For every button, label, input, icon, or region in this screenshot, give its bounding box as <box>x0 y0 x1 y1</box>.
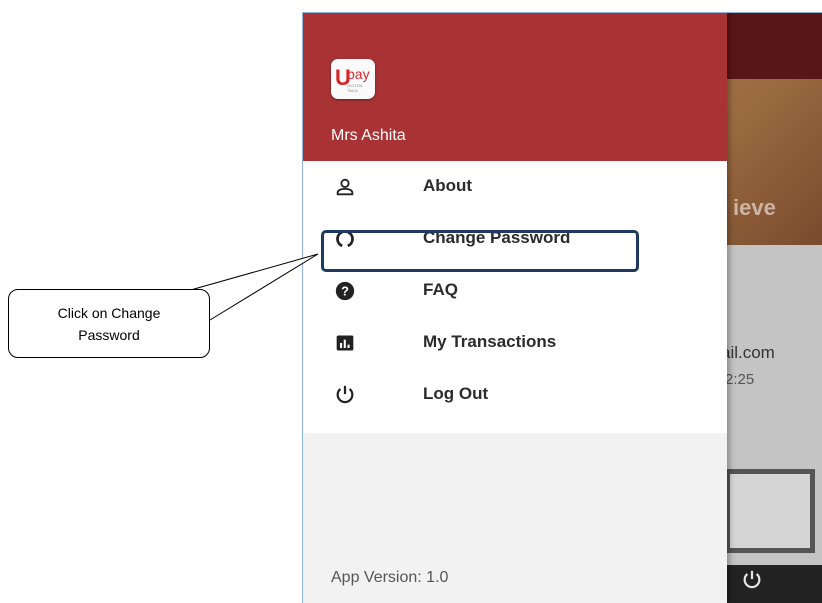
menu-item-label: About <box>423 176 473 195</box>
bar-chart-icon <box>333 331 357 355</box>
background-box <box>725 469 815 553</box>
menu-item-my-transactions[interactable]: My Transactions <box>303 317 727 369</box>
menu-item-label: Log Out <box>423 384 489 403</box>
callout-text: Click on Change Password <box>57 305 161 343</box>
svg-text:?: ? <box>341 284 349 299</box>
background-power-icon[interactable] <box>741 569 763 597</box>
power-icon <box>333 383 357 407</box>
menu-item-faq[interactable]: ? FAQ <box>303 265 727 317</box>
upay-logo: U pay DIGITAL TAKA <box>331 59 375 99</box>
menu-item-log-out[interactable]: Log Out <box>303 369 727 421</box>
drawer-menu: About Change Password ? FAQ My Transacti… <box>303 161 727 433</box>
menu-item-about[interactable]: About <box>303 161 727 213</box>
app-version-text: App Version: 1.0 <box>331 569 449 586</box>
help-circle-icon: ? <box>333 279 357 303</box>
background-time-text: 2:25 <box>725 371 755 388</box>
user-name: Mrs Ashita <box>331 127 406 144</box>
callout-box: Click on Change Password <box>8 289 210 358</box>
person-icon <box>333 175 357 199</box>
background-banner-text: ieve <box>733 195 776 220</box>
menu-item-label: My Transactions <box>423 332 557 351</box>
drawer-header: U pay DIGITAL TAKA Mrs Ashita <box>303 13 727 161</box>
menu-item-label: FAQ <box>423 280 458 299</box>
background-email-text: ail.com <box>721 343 775 362</box>
phone-screen: ieve ail.com 2:25 U pay DIGITAL TAKA Mrs… <box>302 12 822 603</box>
change-password-highlight <box>321 230 639 272</box>
navigation-drawer: U pay DIGITAL TAKA Mrs Ashita About Chan… <box>303 13 727 603</box>
